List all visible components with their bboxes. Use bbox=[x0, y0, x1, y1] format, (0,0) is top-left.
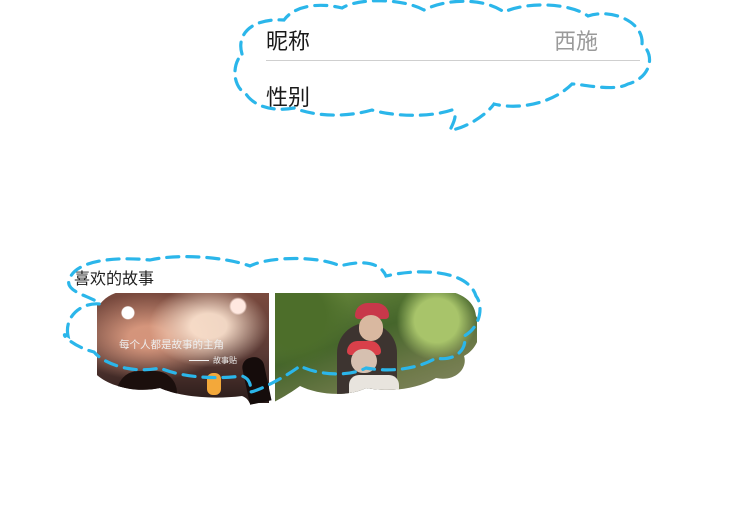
story-credit-text: 故事贴 bbox=[213, 356, 237, 365]
concert-hands-image bbox=[117, 371, 177, 397]
gender-value: 女 bbox=[575, 86, 598, 111]
nickname-label: 昵称 bbox=[266, 30, 311, 55]
profile-bubble: 昵称 西施 性别 女 bbox=[232, 0, 652, 130]
story-card-concert[interactable]: 每个人都是故事的主角 故事贴 bbox=[97, 293, 269, 403]
favorite-stories-list: 每个人都是故事的主角 故事贴 bbox=[60, 286, 480, 416]
favorite-stories-title: 喜欢的故事 bbox=[74, 269, 155, 288]
story-card-grandmother[interactable] bbox=[275, 293, 477, 403]
photo-face-lower bbox=[351, 349, 377, 373]
profile-list: 昵称 西施 性别 女 bbox=[232, 0, 652, 130]
stage-light-image bbox=[207, 373, 221, 395]
story-quote: 每个人都是故事的主角 bbox=[119, 339, 224, 351]
nickname-row[interactable]: 昵称 西施 bbox=[266, 10, 640, 61]
credit-dash bbox=[189, 360, 209, 361]
nickname-value: 西施 bbox=[553, 30, 598, 55]
gender-row[interactable]: 性别 女 bbox=[266, 66, 640, 116]
concert-raised-hand-image bbox=[240, 355, 271, 405]
story-credit: 故事贴 bbox=[189, 355, 237, 366]
gender-label: 性别 bbox=[266, 86, 311, 111]
photo-shirt bbox=[349, 375, 399, 403]
photo-face-top bbox=[359, 315, 383, 341]
